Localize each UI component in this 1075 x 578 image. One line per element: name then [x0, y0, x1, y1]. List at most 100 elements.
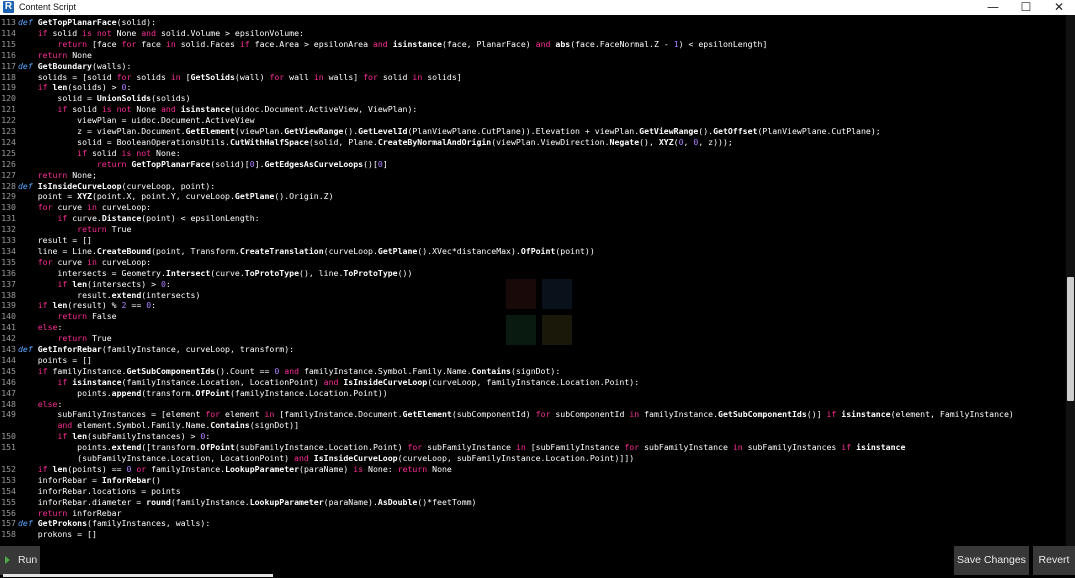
code-text: (subFamilyInstance.Location, LocationPoi… [18, 453, 635, 463]
code-text: return True [77, 224, 132, 235]
line-number: 113 [1, 17, 16, 27]
code-text: point = XYZ(point.X, point.Y, curveLoop.… [18, 191, 334, 202]
vertical-scrollbar-thumb[interactable] [1067, 277, 1074, 401]
code-line[interactable]: 141 else: [0, 322, 1066, 333]
code-text: if len(points) == 0 or familyInstance.Lo… [37, 463, 452, 474]
code-line[interactable]: 147 points.append(transform.OfPoint(fami… [0, 388, 1066, 399]
code-line[interactable]: 151 points.extend([transform.OfPoint(sub… [0, 442, 1066, 453]
code-line[interactable]: 128 def IsInsideCurveLoop(curveLoop, poin… [0, 181, 1066, 192]
line-number: 134 [1, 245, 16, 256]
code-text: def IsInsideCurveLoop(curveLoop, point): [18, 180, 216, 191]
line-number: 141 [1, 322, 16, 333]
code-text: if familyInstance.GetSubComponentIds().C… [37, 365, 561, 376]
code-line[interactable]: 113 def GetTopPlanarFace(solid): [0, 17, 1066, 28]
play-icon [5, 556, 10, 564]
code-line[interactable]: 146 if isinstance(familyInstance.Locatio… [0, 377, 1066, 388]
revert-button[interactable]: Revert [1033, 546, 1075, 575]
code-line[interactable]: 143 def GetInforRebar(familyInstance, cur… [0, 344, 1066, 355]
run-button[interactable]: Run [0, 546, 40, 575]
line-number: 144 [1, 354, 16, 365]
code-line[interactable]: 139 if len(result) % 2 == 0: [0, 300, 1066, 311]
line-number: 128 [1, 180, 16, 191]
line-number: 150 [1, 431, 16, 442]
line-number: 132 [1, 224, 16, 235]
run-label: Run [18, 554, 38, 566]
line-number: 130 [1, 202, 16, 213]
code-text: prokons = [] [18, 529, 97, 540]
code-line[interactable]: 121 if solid is not None and isinstance(… [0, 104, 1066, 115]
code-line[interactable]: 137 if len(intersects) > 0: [0, 279, 1066, 290]
code-text: def GetProkons(familyInstances, walls): [18, 518, 211, 529]
code-line[interactable]: 142 return True [0, 333, 1066, 344]
code-line[interactable]: 136 intersects = Geometry.Intersect(curv… [0, 268, 1066, 279]
code-line[interactable]: 153 inforRebar = InforRebar() [0, 475, 1066, 486]
line-number: 120 [1, 93, 16, 104]
code-line[interactable]: 135 for curve in curveLoop: [0, 257, 1066, 268]
code-line[interactable]: 119 if len(solids) > 0: [0, 82, 1066, 93]
code-line[interactable]: 129 point = XYZ(point.X, point.Y, curveL… [0, 191, 1066, 202]
code-line[interactable]: 132 return True [0, 224, 1066, 235]
line-number: 129 [1, 191, 16, 202]
code-text: points = [] [18, 354, 92, 365]
close-button[interactable]: ✕ [1042, 0, 1075, 15]
code-line[interactable]: 118 solids = [solid for solids in [GetSo… [0, 72, 1066, 83]
code-text: points.extend([transform.OfPoint(subFami… [18, 442, 906, 453]
code-line[interactable]: 124 solid = BooleanOperationsUtils.CutWi… [0, 137, 1066, 148]
code-line[interactable]: 144 points = [] [0, 355, 1066, 366]
code-line[interactable]: 131 if curve.Distance(point) < epsilonLe… [0, 213, 1066, 224]
line-number: 147 [1, 387, 16, 398]
code-line[interactable]: 133 result = [] [0, 235, 1066, 246]
code-line[interactable]: 126 return GetTopPlanarFace(solid)[0].Ge… [0, 159, 1066, 170]
code-line[interactable]: 123 z = viewPlan.Document.GetElement(vie… [0, 126, 1066, 137]
code-line[interactable]: 154 inforRebar.locations = points [0, 486, 1066, 497]
code-line[interactable]: 122 viewPlan = uidoc.Document.ActiveView [0, 115, 1066, 126]
maximize-button[interactable]: ☐ [1009, 0, 1043, 15]
line-number: 122 [1, 115, 16, 126]
code-line[interactable]: 145 if familyInstance.GetSubComponentIds… [0, 366, 1066, 377]
code-text: def GetInforRebar(familyInstance, curveL… [18, 344, 295, 354]
code-line[interactable]: 149 subFamilyInstances = [element for el… [0, 409, 1066, 420]
code-line[interactable]: 127 return None; [0, 170, 1066, 181]
code-line[interactable]: 134 line = Line.CreateBound(point, Trans… [0, 246, 1066, 257]
code-line[interactable]: 114 if solid is not None and solid.Volum… [0, 28, 1066, 39]
code-line[interactable]: 156 return inforRebar [0, 508, 1066, 519]
code-text: else: [37, 398, 63, 409]
code-text: if len(solids) > 0: [37, 82, 132, 93]
line-number: 127 [1, 169, 16, 180]
code-line[interactable]: 125 if solid is not None: [0, 148, 1066, 159]
code-editor[interactable]: 113 def GetTopPlanarFace(solid): 114 if so… [0, 15, 1066, 546]
line-number: 145 [1, 365, 16, 376]
code-line[interactable]: 140 return False [0, 311, 1066, 322]
code-line[interactable]: 116 return None [0, 50, 1066, 61]
code-line[interactable]: 148 else: [0, 399, 1066, 410]
vertical-scrollbar[interactable] [1066, 15, 1075, 546]
minimize-button[interactable]: — [976, 0, 1010, 15]
code-line[interactable]: (subFamilyInstance.Location, LocationPoi… [0, 453, 1066, 464]
code-line[interactable]: 115 return [face for face in solid.Faces… [0, 39, 1066, 50]
code-line[interactable]: 157 def GetProkons(familyInstances, walls… [0, 518, 1066, 529]
code-line[interactable]: 120 solid = UnionSolids(solids) [0, 93, 1066, 104]
code-line[interactable]: 158 prokons = [] [0, 529, 1066, 540]
line-number: 121 [1, 104, 16, 115]
horizontal-scrollbar-thumb[interactable] [3, 574, 273, 577]
code-text: inforRebar.locations = points [18, 485, 181, 496]
code-line[interactable]: 138 result.extend(intersects) [0, 290, 1066, 301]
line-number: 118 [1, 71, 16, 82]
line-number: 124 [1, 136, 16, 147]
code-text: z = viewPlan.Document.GetElement(viewPla… [18, 126, 881, 136]
code-line[interactable]: 150 if len(subFamilyInstances) > 0: [0, 431, 1066, 442]
code-line[interactable]: and element.Symbol.Family.Name.Contains(… [0, 420, 1066, 431]
save-changes-button[interactable]: Save Changes [954, 546, 1029, 575]
code-line[interactable]: 130 for curve in curveLoop: [0, 202, 1066, 213]
code-text: return [face for face in solid.Faces if … [57, 38, 768, 49]
code-text: if curve.Distance(point) < epsilonLength… [57, 213, 260, 224]
code-text: points.append(transform.OfPoint(familyIn… [18, 387, 388, 398]
code-line[interactable]: 155 inforRebar.diameter = round(familyIn… [0, 497, 1066, 508]
line-number: 131 [1, 213, 16, 224]
code-line[interactable]: 117 def GetBoundary(walls): [0, 61, 1066, 72]
code-text: if len(result) % 2 == 0: [37, 300, 157, 311]
code-line[interactable]: 152 if len(points) == 0 or familyInstanc… [0, 464, 1066, 475]
code-text: def GetBoundary(walls): [18, 60, 132, 71]
code-text: and element.Symbol.Family.Name.Contains(… [57, 420, 299, 431]
line-number: 146 [1, 376, 16, 387]
